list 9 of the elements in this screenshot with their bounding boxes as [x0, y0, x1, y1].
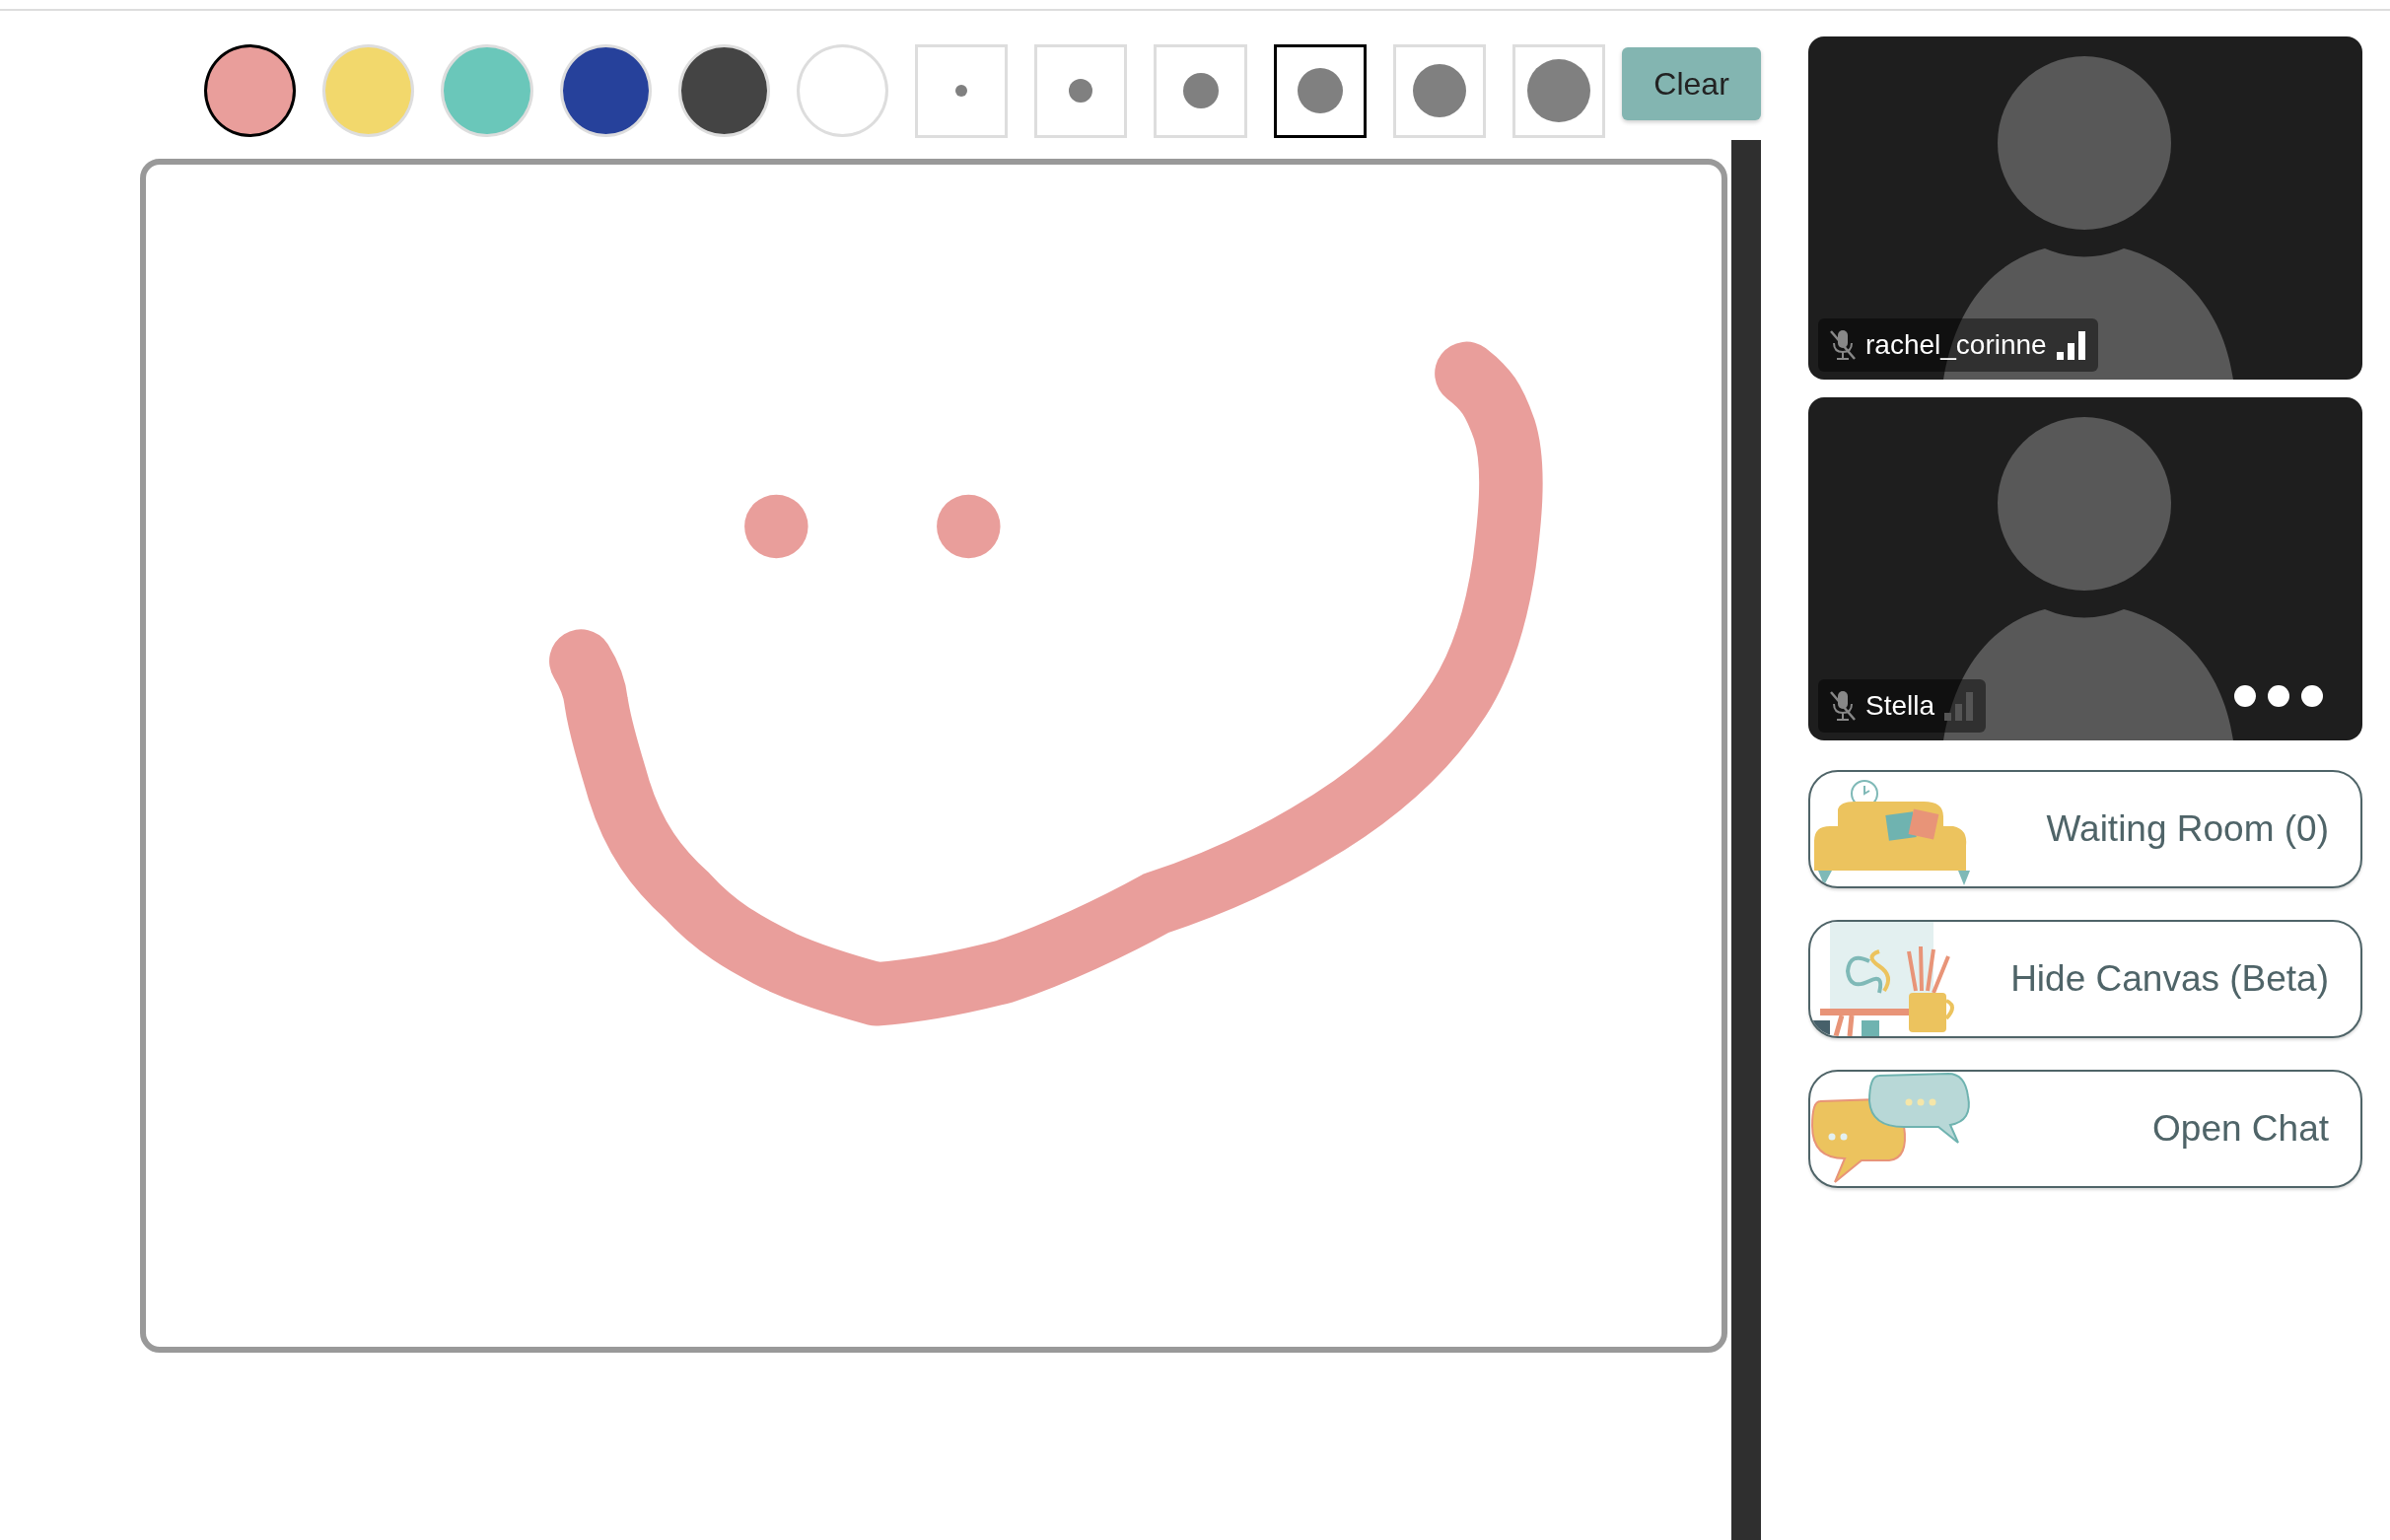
action-button[interactable]: Waiting Room (0): [1808, 770, 2362, 888]
action-button[interactable]: Hide Canvas (Beta): [1808, 920, 2362, 1038]
more-options-button[interactable]: [2234, 685, 2323, 707]
participant-name: Stella: [1865, 689, 1935, 723]
drawing-canvas[interactable]: [140, 159, 1727, 1353]
action-button[interactable]: Open Chat: [1808, 1070, 2362, 1188]
brush-size-button[interactable]: [1273, 43, 1367, 138]
clear-button[interactable]: Clear: [1622, 46, 1761, 120]
participant-name: rachel_corinne: [1865, 328, 2047, 362]
